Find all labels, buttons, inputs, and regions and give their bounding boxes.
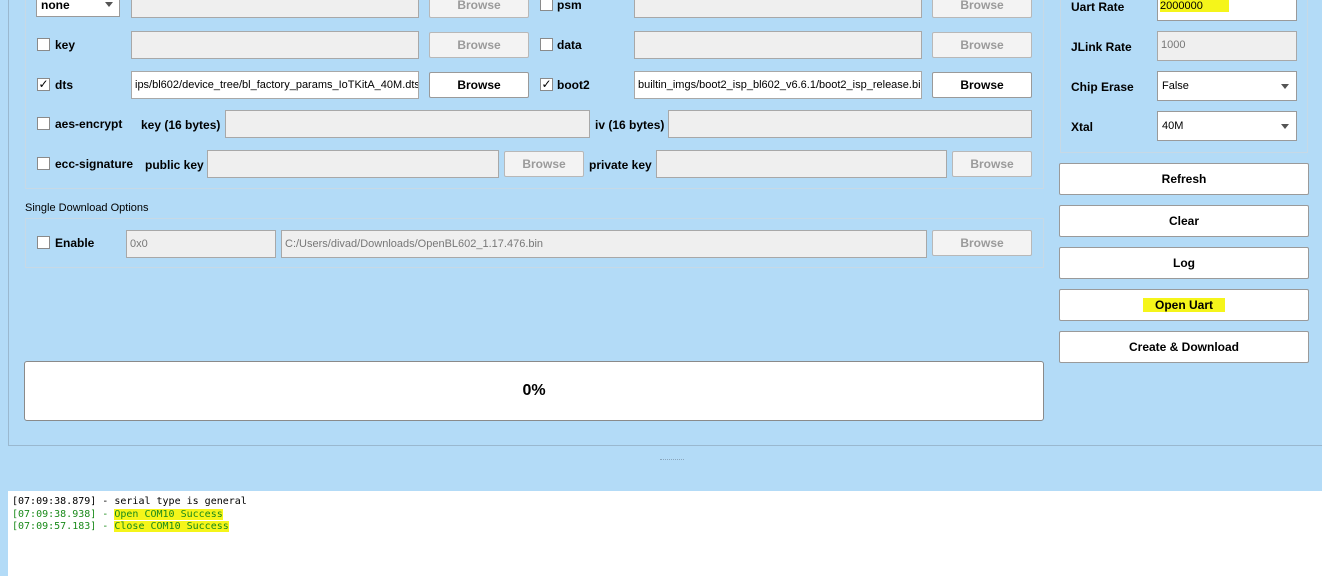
data-path-field[interactable] xyxy=(634,31,922,59)
xtal-value: 40M xyxy=(1162,120,1184,132)
row1-path-field[interactable] xyxy=(131,0,419,18)
ecc-signature-checkbox[interactable] xyxy=(37,157,50,170)
type-select[interactable]: none xyxy=(36,0,120,17)
single-browse-button[interactable]: Browse xyxy=(932,230,1032,256)
xtal-select[interactable]: 40M xyxy=(1157,111,1297,141)
flash-tool-window: { "row1": { "select_value": "none", "psm… xyxy=(0,0,1322,576)
jlink-rate-label: JLink Rate xyxy=(1071,40,1132,54)
chip-erase-label: Chip Erase xyxy=(1071,80,1134,94)
boot2-label: boot2 xyxy=(557,78,590,92)
chip-erase-select[interactable]: False xyxy=(1157,71,1297,101)
uart-rate-value: 2000000 xyxy=(1160,0,1229,12)
progress-bar: 0% xyxy=(24,361,1044,421)
psm-label: psm xyxy=(557,0,582,12)
log-line-time: [07:09:57.183] - xyxy=(12,521,115,532)
splitter-handle[interactable] xyxy=(8,446,1322,491)
single-file-path-field[interactable]: C:/Users/divad/Downloads/OpenBL602_1.17.… xyxy=(281,230,927,258)
public-key-browse-button[interactable]: Browse xyxy=(504,151,584,177)
key-browse-button[interactable]: Browse xyxy=(429,32,529,58)
private-key-browse-button[interactable]: Browse xyxy=(952,151,1032,177)
dts-browse-button[interactable]: Browse xyxy=(429,72,529,98)
key-label: key xyxy=(55,38,76,52)
single-download-title: Single Download Options xyxy=(25,202,149,214)
refresh-button[interactable]: Refresh xyxy=(1059,163,1309,195)
data-checkbox[interactable] xyxy=(540,38,553,51)
log-button[interactable]: Log xyxy=(1059,247,1309,279)
splitter-grip-icon xyxy=(660,459,684,461)
aes-encrypt-label: aes-encrypt xyxy=(55,117,123,131)
aes-iv-field[interactable] xyxy=(668,110,1032,138)
aes-encrypt-checkbox[interactable] xyxy=(37,117,50,130)
chevron-down-icon xyxy=(1281,124,1289,129)
chevron-down-icon xyxy=(1281,84,1289,89)
log-line-time: [07:09:38.879] - xyxy=(12,496,115,507)
log-line-message: serial type is general xyxy=(114,496,247,507)
progress-text: 0% xyxy=(522,382,546,399)
boot2-checkbox[interactable]: ✓ xyxy=(540,78,553,91)
log-line: [07:09:38.938] - Open COM10 Success xyxy=(12,509,223,520)
chevron-down-icon xyxy=(105,2,113,7)
xtal-label: Xtal xyxy=(1071,120,1094,134)
log-line: [07:09:38.879] - serial type is general xyxy=(12,496,247,507)
enable-checkbox[interactable] xyxy=(37,236,50,249)
public-key-label: public key xyxy=(145,158,204,172)
type-select-value: none xyxy=(41,0,70,12)
ecc-signature-label: ecc-signature xyxy=(55,157,134,171)
private-key-label: private key xyxy=(589,158,652,172)
address-field[interactable]: 0x0 xyxy=(126,230,276,258)
psm-browse-button[interactable]: Browse xyxy=(932,0,1032,18)
key-path-field[interactable] xyxy=(131,31,419,59)
log-line-time: [07:09:38.938] - xyxy=(12,509,115,520)
private-key-field[interactable] xyxy=(656,150,947,178)
log-line: [07:09:57.183] - Close COM10 Success xyxy=(12,521,229,532)
uart-rate-input[interactable]: 2000000 xyxy=(1157,0,1297,21)
boot2-path-field[interactable]: builtin_imgs/boot2_isp_bl602_v6.6.1/boot… xyxy=(634,71,922,99)
dts-path-field[interactable]: ips/bl602/device_tree/bl_factory_params_… xyxy=(131,71,419,99)
log-output[interactable]: [07:09:38.879] - serial type is general … xyxy=(8,491,1322,576)
public-key-field[interactable] xyxy=(207,150,499,178)
row1-browse-button[interactable]: Browse xyxy=(429,0,529,18)
aes-key-label: key (16 bytes) xyxy=(141,118,221,132)
chip-erase-value: False xyxy=(1162,80,1189,92)
create-download-button[interactable]: Create & Download xyxy=(1059,331,1309,363)
clear-button[interactable]: Clear xyxy=(1059,205,1309,237)
log-line-message: Close COM10 Success xyxy=(114,521,229,532)
data-label: data xyxy=(557,38,582,52)
jlink-rate-input[interactable]: 1000 xyxy=(1157,31,1297,61)
dts-label: dts xyxy=(55,78,73,92)
open-uart-label: Open Uart xyxy=(1142,298,1225,312)
data-browse-button[interactable]: Browse xyxy=(932,32,1032,58)
psm-path-field[interactable] xyxy=(634,0,922,18)
log-line-message: Open COM10 Success xyxy=(114,509,223,520)
open-uart-button[interactable]: Open Uart xyxy=(1059,289,1309,321)
dts-checkbox[interactable]: ✓ xyxy=(37,78,50,91)
uart-rate-label: Uart Rate xyxy=(1071,0,1125,14)
boot2-browse-button[interactable]: Browse xyxy=(932,72,1032,98)
aes-key-field[interactable] xyxy=(225,110,590,138)
key-checkbox[interactable] xyxy=(37,38,50,51)
aes-iv-label: iv (16 bytes) xyxy=(595,118,665,132)
enable-label: Enable xyxy=(55,236,95,250)
psm-checkbox[interactable] xyxy=(540,0,553,11)
